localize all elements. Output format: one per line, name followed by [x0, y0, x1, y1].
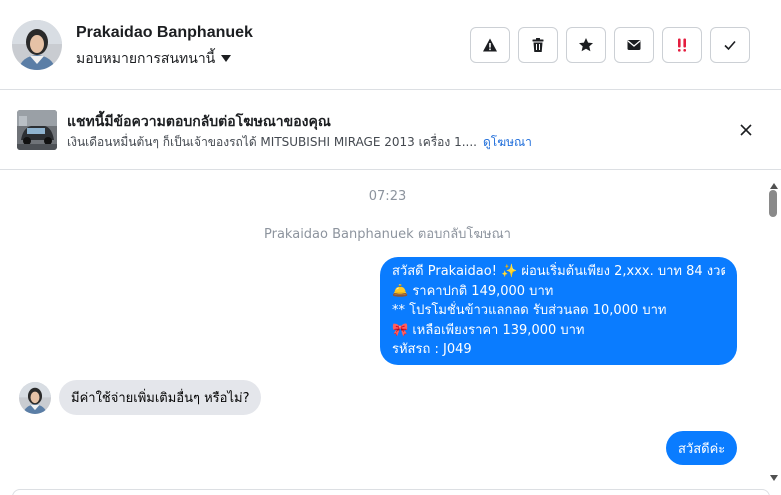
assign-conversation-label: มอบหมายการสนทนานี้: [76, 51, 216, 67]
message-line: 🎀 เหลือเพียงราคา 139,000 บาท: [392, 322, 585, 338]
assign-conversation-dropdown[interactable]: มอบหมายการสนทนานี้: [76, 48, 232, 70]
mark-spam-button[interactable]: [470, 27, 510, 63]
banner-subtitle: เงินเดือนหมื่นต้นๆ ก็เป็นเจ้าของรถได้ MI…: [67, 133, 532, 152]
trash-icon: [532, 38, 544, 52]
contact-name: Prakaidao Banphanuek: [76, 24, 253, 41]
view-ad-link[interactable]: ดูโฆษณา: [483, 135, 532, 149]
outgoing-message[interactable]: สวัสดี Prakaidao! ✨ ผ่อนเริ่มต้นเพียง 2,…: [380, 257, 737, 365]
scroll-up-arrow-icon[interactable]: [770, 183, 778, 189]
warning-icon: [483, 38, 497, 52]
conversation-header: Prakaidao Banphanuek มอบหมายการสนทนานี้: [0, 0, 781, 90]
close-icon: [740, 124, 752, 136]
outgoing-reply[interactable]: สวัสดีค่ะ: [666, 431, 738, 465]
message-line: ** โปรโมชั่นข้าวแลกลด รับส่วนลด 10,000 บ…: [392, 303, 667, 318]
ad-thumbnail[interactable]: [17, 110, 57, 150]
checkmark-icon: [724, 40, 736, 51]
thread-scrollbar[interactable]: [767, 183, 781, 481]
mark-done-button[interactable]: [710, 27, 750, 63]
double-exclamation-icon: [678, 38, 686, 52]
incoming-message[interactable]: มีค่าใช้จ่ายเพิ่มเติมอื่นๆ หรือไม่?: [59, 380, 262, 415]
conversation-actions: [470, 27, 750, 63]
scrollbar-thumb[interactable]: [769, 190, 777, 217]
message-timestamp: 07:23: [368, 189, 407, 204]
ad-reply-note: Prakaidao Banphanuek ตอบกลับโฆษณา: [264, 227, 511, 242]
close-banner-button[interactable]: [736, 120, 756, 140]
star-button[interactable]: [566, 27, 606, 63]
mark-unread-button[interactable]: [614, 27, 654, 63]
ad-caption: เงินเดือนหมื่นต้นๆ ก็เป็นเจ้าของรถได้ MI…: [67, 135, 477, 149]
delete-button[interactable]: [518, 27, 558, 63]
caret-down-icon: [221, 54, 232, 62]
contact-avatar[interactable]: [12, 20, 62, 70]
scroll-down-arrow-icon[interactable]: [770, 475, 778, 481]
ad-reply-banner: แชทนี้มีข้อความตอบกลับต่อโฆษณาของคุณ เงิ…: [0, 90, 781, 170]
envelope-icon: [627, 40, 641, 50]
message-line: รหัสรถ : J049: [392, 342, 472, 357]
banner-title: แชทนี้มีข้อความตอบกลับต่อโฆษณาของคุณ: [67, 114, 331, 130]
message-line: 🛎️ ราคาปกติ 149,000 บาท: [392, 283, 554, 299]
message-composer[interactable]: [12, 489, 770, 495]
sender-avatar[interactable]: [19, 382, 51, 414]
follow-up-button[interactable]: [662, 27, 702, 63]
star-icon: [579, 38, 593, 52]
message-thread[interactable]: 07:23 Prakaidao Banphanuek ตอบกลับโฆษณา …: [0, 171, 781, 495]
message-line: สวัสดี Prakaidao! ✨ ผ่อนเริ่มต้นเพียง 2,…: [392, 264, 725, 279]
